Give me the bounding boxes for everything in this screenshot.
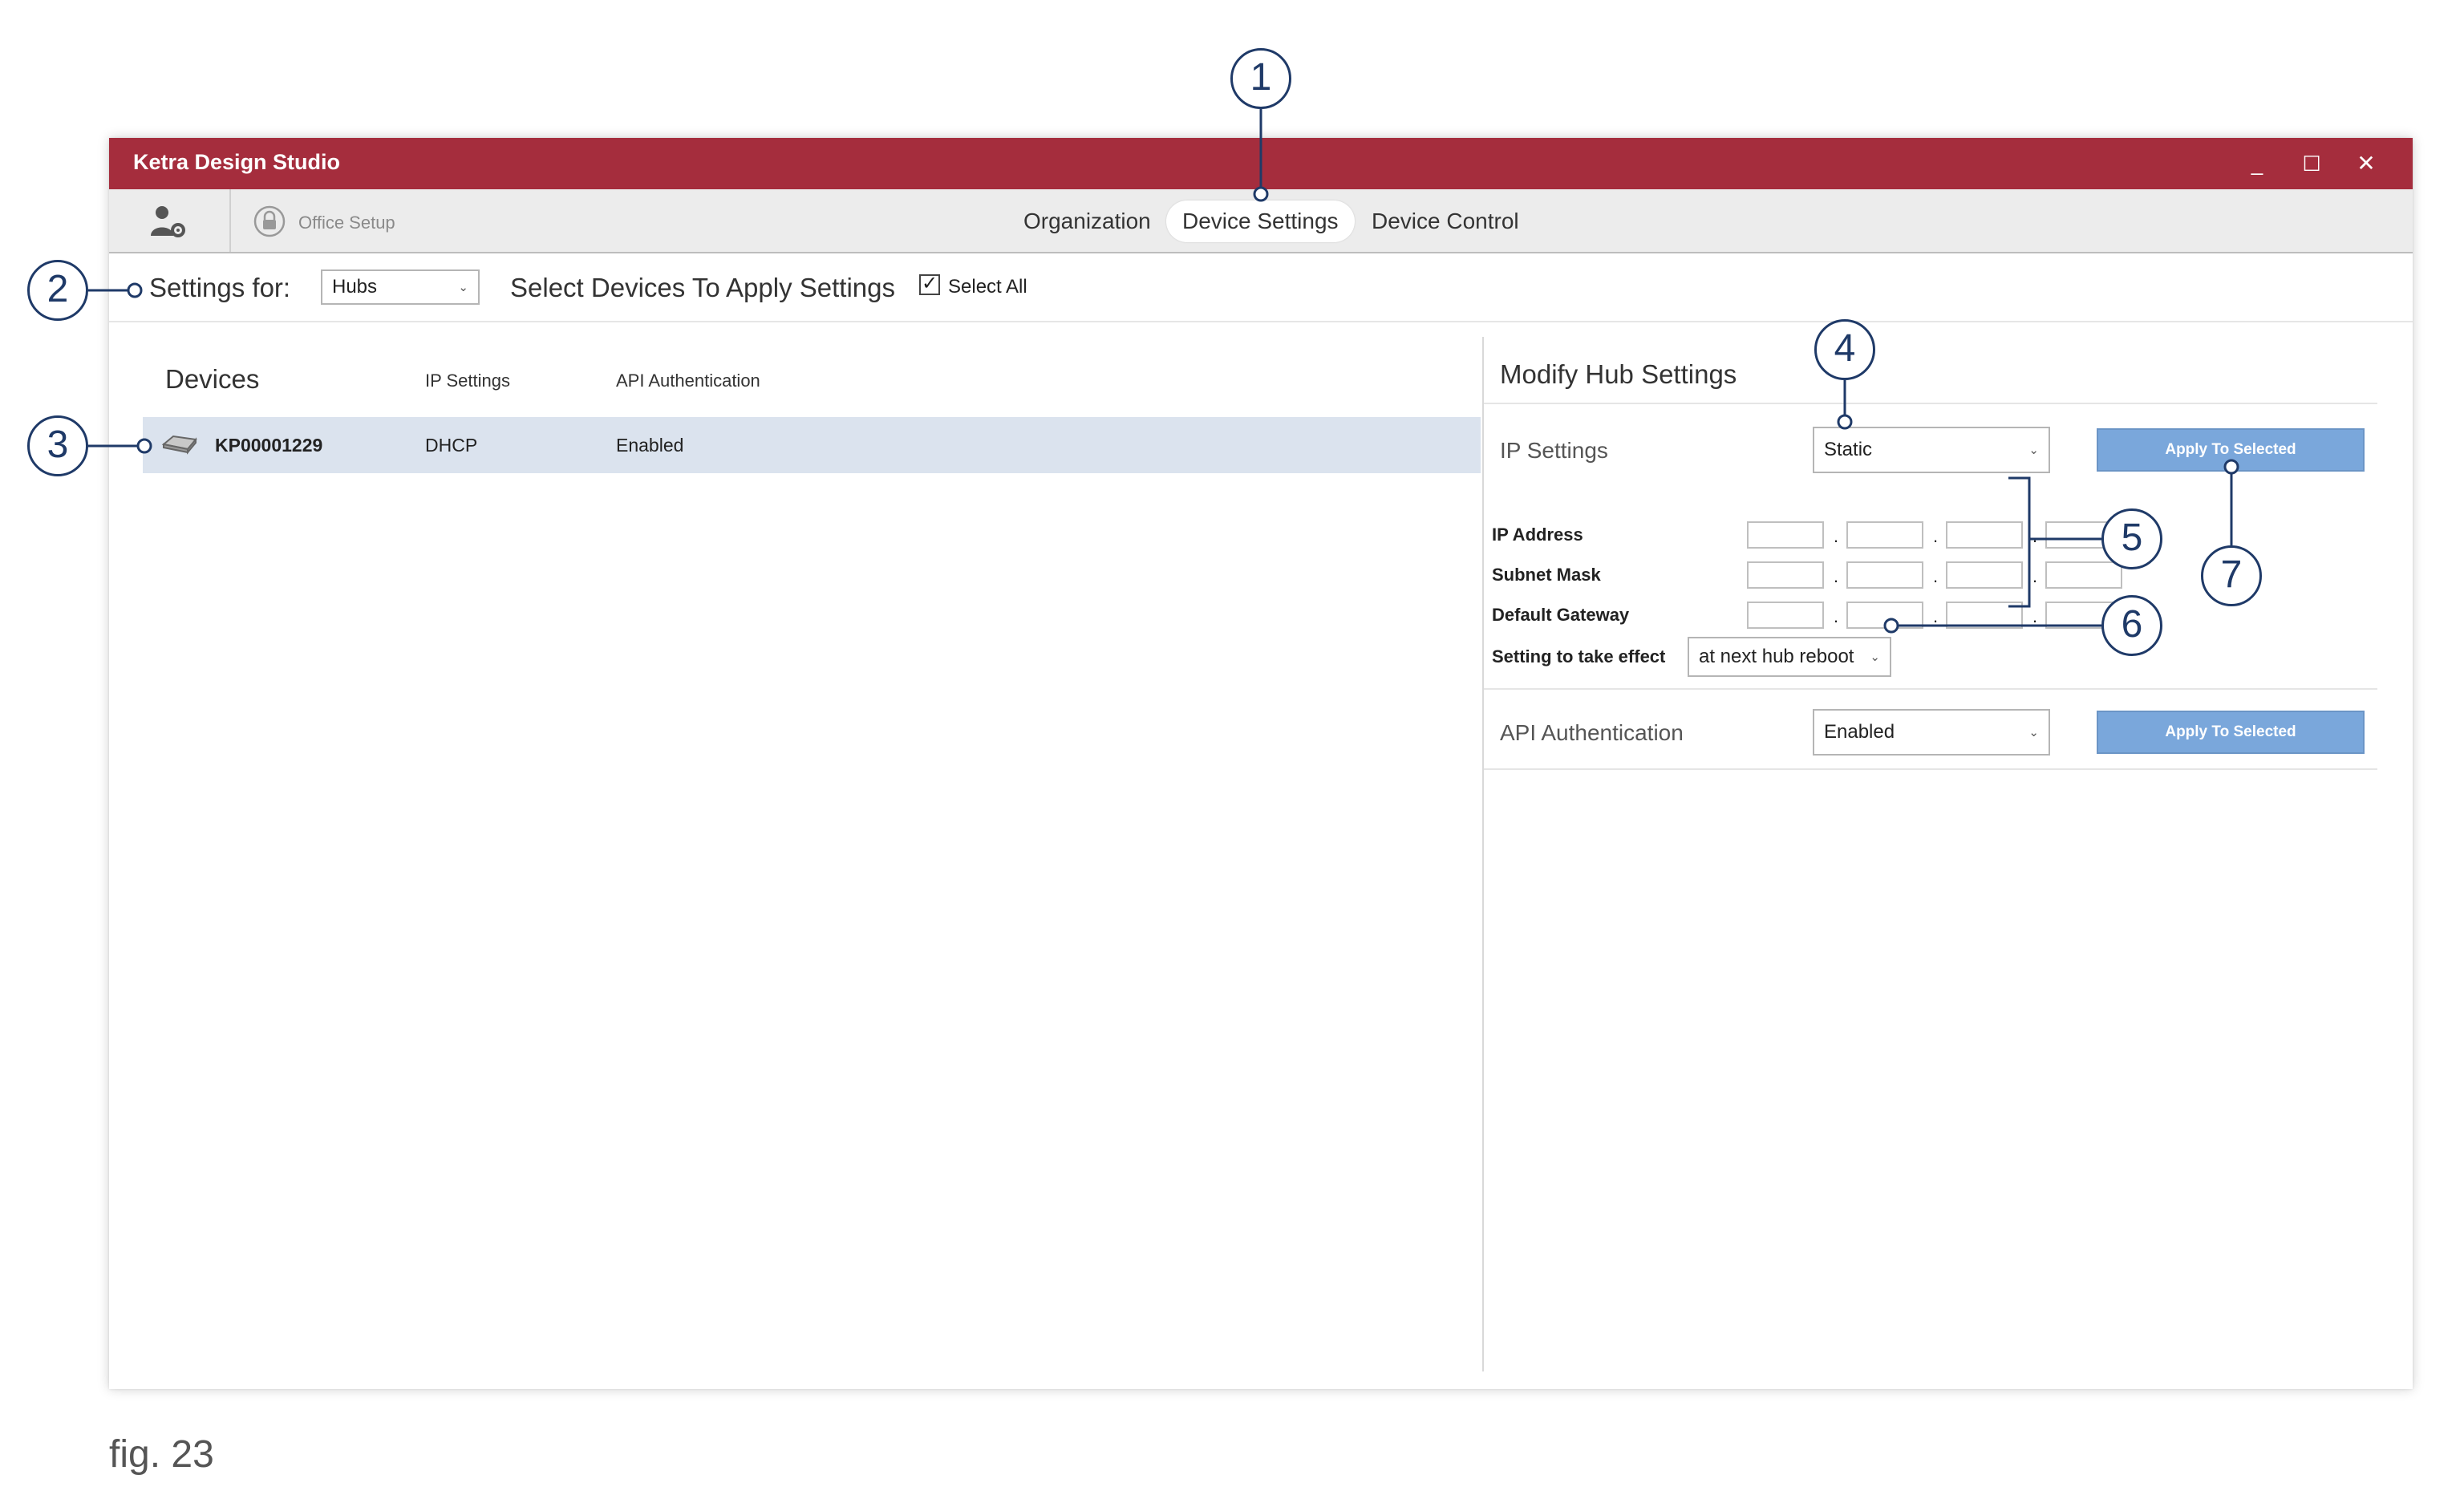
octet-separator: . bbox=[1834, 566, 1839, 586]
tab-device-control[interactable]: Device Control bbox=[1356, 201, 1535, 242]
subnet-mask-label: Subnet Mask bbox=[1492, 565, 1601, 585]
ip-settings-dropdown[interactable]: Static ⌄ bbox=[1813, 427, 2050, 473]
device-ip-settings: DHCP bbox=[425, 435, 478, 456]
device-api-auth: Enabled bbox=[616, 435, 684, 456]
api-authentication-value: Enabled bbox=[1824, 721, 1895, 743]
api-authentication-dropdown[interactable]: Enabled ⌄ bbox=[1813, 709, 2050, 756]
apply-ip-settings-button[interactable]: Apply To Selected bbox=[2097, 428, 2365, 472]
minimize-button[interactable]: _ bbox=[2241, 148, 2273, 180]
octet-separator: . bbox=[1834, 606, 1839, 626]
device-type-value: Hubs bbox=[332, 276, 378, 298]
ip-address-octet-3[interactable] bbox=[1946, 521, 2023, 549]
column-ip-settings[interactable]: IP Settings bbox=[425, 371, 510, 391]
octet-separator: . bbox=[1933, 526, 1939, 546]
select-all-checkbox[interactable]: ✓ bbox=[919, 274, 940, 295]
subnet-mask-octet-1[interactable] bbox=[1747, 561, 1824, 589]
chevron-down-icon: ⌄ bbox=[458, 281, 468, 294]
octet-separator: . bbox=[1834, 526, 1839, 546]
maximize-button[interactable]: ☐ bbox=[2296, 148, 2328, 180]
ip-address-octet-2[interactable] bbox=[1846, 521, 1923, 549]
settings-toolbar: Settings for: Hubs ⌄ Select Devices To A… bbox=[109, 253, 2413, 322]
ip-settings-label: IP Settings bbox=[1500, 438, 1608, 463]
default-gateway-octet-2[interactable] bbox=[1846, 602, 1923, 629]
modify-hub-settings-title: Modify Hub Settings bbox=[1500, 359, 1737, 389]
tab-organization[interactable]: Organization bbox=[1007, 201, 1167, 242]
apply-api-authentication-button[interactable]: Apply To Selected bbox=[2097, 711, 2365, 754]
default-gateway-octet-4[interactable] bbox=[2045, 602, 2122, 629]
tab-device-settings[interactable]: Device Settings bbox=[1166, 201, 1355, 242]
callout-3: 3 bbox=[27, 415, 88, 476]
column-api-authentication[interactable]: API Authentication bbox=[616, 371, 760, 391]
select-all-label[interactable]: Select All bbox=[948, 276, 1027, 298]
window-title: Ketra Design Studio bbox=[133, 150, 341, 174]
octet-separator: . bbox=[2032, 606, 2038, 626]
table-row[interactable]: KP00001229 DHCP Enabled bbox=[143, 417, 1481, 473]
nav-bar: Office Setup Organization Device Setting… bbox=[109, 189, 2413, 253]
take-effect-label: Setting to take effect bbox=[1492, 646, 1666, 666]
octet-separator: . bbox=[2032, 566, 2038, 586]
devices-pane: Devices IP Settings API Authentication K… bbox=[109, 322, 1482, 1381]
devices-heading: Devices bbox=[165, 364, 260, 394]
ip-address-octet-4[interactable] bbox=[2045, 521, 2122, 549]
section-divider bbox=[1484, 768, 2377, 770]
ip-settings-value: Static bbox=[1824, 439, 1873, 460]
chevron-down-icon: ⌄ bbox=[2028, 444, 2039, 457]
api-authentication-label: API Authentication bbox=[1500, 720, 1684, 745]
default-gateway-label: Default Gateway bbox=[1492, 605, 1630, 625]
settings-for-label: Settings for: bbox=[149, 273, 291, 302]
app-window: Ketra Design Studio _ ☐ ✕ Office Setup O… bbox=[109, 138, 2413, 1389]
take-effect-dropdown[interactable]: at next hub reboot ⌄ bbox=[1688, 637, 1891, 677]
figure-caption: fig. 23 bbox=[109, 1433, 214, 1476]
user-settings-button[interactable] bbox=[109, 189, 231, 252]
ip-address-octet-1[interactable] bbox=[1747, 521, 1824, 549]
octet-separator: . bbox=[1933, 566, 1939, 586]
default-gateway-octet-3[interactable] bbox=[1946, 602, 2023, 629]
subnet-mask-octet-4[interactable] bbox=[2045, 561, 2122, 589]
device-name: KP00001229 bbox=[215, 435, 323, 456]
office-setup-label: Office Setup bbox=[298, 213, 395, 233]
device-type-dropdown[interactable]: Hubs ⌄ bbox=[321, 269, 480, 305]
subnet-mask-octet-3[interactable] bbox=[1946, 561, 2023, 589]
chevron-down-icon: ⌄ bbox=[1870, 650, 1880, 664]
title-bar: Ketra Design Studio _ ☐ ✕ bbox=[109, 138, 2413, 189]
octet-separator: . bbox=[2032, 526, 2038, 546]
take-effect-value: at next hub reboot bbox=[1699, 646, 1854, 667]
chevron-down-icon: ⌄ bbox=[2028, 726, 2039, 739]
callout-2: 2 bbox=[27, 260, 88, 321]
close-button[interactable]: ✕ bbox=[2350, 148, 2382, 180]
octet-separator: . bbox=[1933, 606, 1939, 626]
ip-address-label: IP Address bbox=[1492, 525, 1583, 545]
lock-icon bbox=[253, 205, 286, 237]
user-gear-icon bbox=[151, 206, 185, 237]
modify-settings-pane: Modify Hub Settings IP Settings Static ⌄… bbox=[1484, 322, 2413, 1381]
subnet-mask-octet-2[interactable] bbox=[1846, 561, 1923, 589]
default-gateway-octet-1[interactable] bbox=[1747, 602, 1824, 629]
select-devices-label: Select Devices To Apply Settings bbox=[510, 273, 895, 302]
callout-1: 1 bbox=[1230, 48, 1291, 109]
hub-device-icon bbox=[161, 435, 197, 455]
section-divider bbox=[1484, 403, 2377, 404]
section-divider bbox=[1484, 688, 2377, 690]
